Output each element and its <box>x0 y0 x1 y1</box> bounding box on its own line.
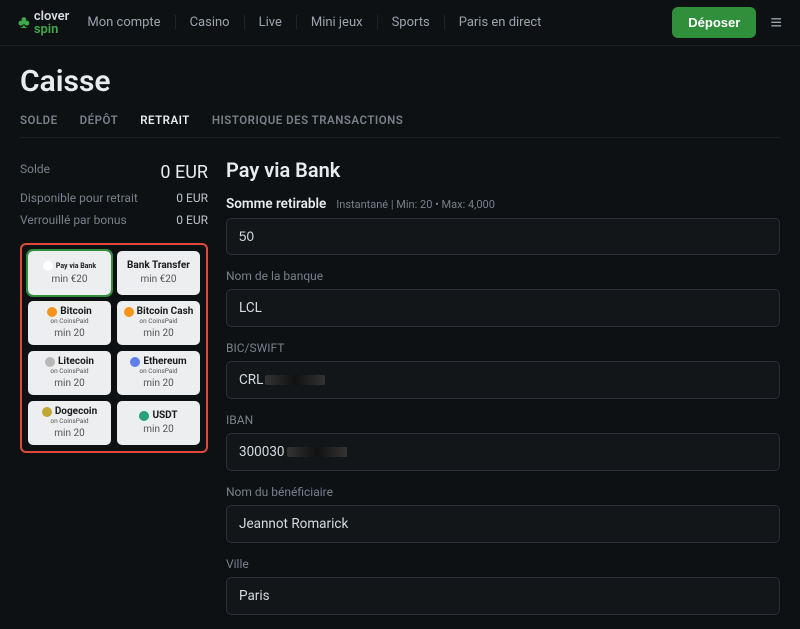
nav-link-2[interactable]: Live <box>244 15 296 30</box>
method-min: min 20 <box>143 424 173 435</box>
field-label: Nom de la banque <box>226 269 780 283</box>
method-name: Pay via Bank <box>56 263 96 270</box>
withdraw-method-bank-transfer[interactable]: Bank Transfer min €20 <box>117 251 200 295</box>
nav-link-3[interactable]: Mini jeux <box>296 15 377 30</box>
input-value: Paris <box>239 588 270 604</box>
redacted-segment <box>287 447 347 457</box>
crypto-icon <box>45 357 55 367</box>
balance-row: Solde 0 EUR <box>20 158 208 187</box>
method-min: min €20 <box>51 274 87 285</box>
crypto-icon <box>124 307 134 317</box>
balance-label: Verrouillé par bonus <box>20 213 127 227</box>
text-input[interactable]: Jeannot Romarick <box>226 505 780 543</box>
method-min: min 20 <box>54 378 84 389</box>
input-value: LCL <box>239 300 262 316</box>
input-value: 300030 <box>239 444 285 460</box>
method-name: Bitcoin <box>60 307 92 317</box>
tab-retrait[interactable]: RETRAIT <box>140 113 190 127</box>
crypto-icon <box>139 411 149 421</box>
menu-icon[interactable]: ≡ <box>770 10 782 35</box>
method-name: Bank Transfer <box>127 261 190 271</box>
withdraw-method-pay-via-bank[interactable]: Pay via Bank min €20 <box>28 251 111 295</box>
amount-label: Somme retirable Instantané | Min: 20 • M… <box>226 196 780 212</box>
deposit-button[interactable]: Déposer <box>672 7 756 38</box>
nav-link-0[interactable]: Mon compte <box>87 15 174 30</box>
panel-title: Pay via Bank <box>226 158 780 182</box>
method-name: USDT <box>152 411 177 421</box>
brand-logo[interactable]: ♣ clover spin <box>18 10 69 36</box>
field-label: Nom du bénéficiaire <box>226 485 780 499</box>
withdraw-form: Pay via Bank Somme retirable Instantané … <box>226 158 780 629</box>
text-input[interactable]: CRL <box>226 361 780 399</box>
field-label: BIC/SWIFT <box>226 341 780 355</box>
field-row-ville: Ville Paris <box>226 557 780 615</box>
withdraw-method-grid: Pay via Bankmin €20Bank Transfermin €20B… <box>20 243 208 453</box>
main-nav: Mon compteCasinoLiveMini jeuxSportsParis… <box>87 15 672 30</box>
page-body: Caisse SOLDE DÉPÔT RETRAIT HISTORIQUE DES T… <box>0 46 800 629</box>
withdraw-method-litecoin[interactable]: Litecoinon CoinsPaid min 20 <box>28 351 111 395</box>
redacted-segment <box>265 375 325 385</box>
method-subtext: on CoinsPaid <box>50 418 88 425</box>
tab-solde[interactable]: SOLDE <box>20 113 58 127</box>
balance-label: Solde <box>20 162 50 183</box>
method-min: min 20 <box>54 428 84 439</box>
text-input[interactable]: 300030 <box>226 433 780 471</box>
field-row-nom-du-b-n-ficiaire: Nom du bénéficiaire Jeannot Romarick <box>226 485 780 543</box>
main-columns: Solde0 EURDisponible pour retrait0 EURVe… <box>20 158 780 629</box>
balance-label: Disponible pour retrait <box>20 191 138 205</box>
nav-link-5[interactable]: Paris en direct <box>444 15 556 30</box>
text-input[interactable]: LCL <box>226 289 780 327</box>
cashier-tabs: SOLDE DÉPÔT RETRAIT HISTORIQUE DES TRANSACT… <box>20 113 780 138</box>
crypto-icon <box>130 357 140 367</box>
clover-icon: ♣ <box>18 12 30 33</box>
withdraw-method-bitcoin-cash[interactable]: Bitcoin Cashon CoinsPaid min 20 <box>117 301 200 345</box>
page-title: Caisse <box>20 64 780 99</box>
withdraw-method-ethereum[interactable]: Ethereumon CoinsPaid min 20 <box>117 351 200 395</box>
balance-row: Disponible pour retrait 0 EUR <box>20 187 208 209</box>
withdraw-method-bitcoin[interactable]: Bitcoinon CoinsPaid min 20 <box>28 301 111 345</box>
method-subtext: on CoinsPaid <box>50 318 88 325</box>
method-min: min 20 <box>54 328 84 339</box>
amount-input[interactable] <box>226 218 780 255</box>
amount-hint: Instantané | Min: 20 • Max: 4,000 <box>336 198 495 211</box>
withdraw-method-usdt[interactable]: USDT min 20 <box>117 401 200 445</box>
field-label: IBAN <box>226 413 780 427</box>
input-value: Jeannot Romarick <box>239 516 348 532</box>
balance-value: 0 EUR <box>176 213 208 227</box>
input-value: CRL <box>239 372 263 388</box>
field-row-bic-swift: BIC/SWIFT CRL <box>226 341 780 399</box>
method-name: Ethereum <box>143 357 186 367</box>
crypto-icon <box>42 407 52 417</box>
balance-row: Verrouillé par bonus 0 EUR <box>20 209 208 231</box>
method-subtext: on CoinsPaid <box>139 318 177 325</box>
text-input[interactable]: Paris <box>226 577 780 615</box>
nav-link-4[interactable]: Sports <box>377 15 444 30</box>
balance-value: 0 EUR <box>176 191 208 205</box>
tab-dépôt[interactable]: DÉPÔT <box>80 113 119 127</box>
method-min: min €20 <box>140 274 176 285</box>
brand-name-b: spin <box>34 23 70 36</box>
crypto-icon <box>43 261 53 271</box>
nav-link-1[interactable]: Casino <box>175 15 244 30</box>
field-row-nom-de-la-banque: Nom de la banque LCL <box>226 269 780 327</box>
sidebar: Solde0 EURDisponible pour retrait0 EURVe… <box>20 158 208 629</box>
method-name: Litecoin <box>58 357 94 367</box>
withdraw-method-dogecoin[interactable]: Dogecoinon CoinsPaid min 20 <box>28 401 111 445</box>
method-min: min 20 <box>143 328 173 339</box>
amount-field-row: Somme retirable Instantané | Min: 20 • M… <box>226 196 780 255</box>
method-min: min 20 <box>143 378 173 389</box>
tab-historique-des-transactions[interactable]: HISTORIQUE DES TRANSACTIONS <box>212 113 403 127</box>
method-subtext: on CoinsPaid <box>50 368 88 375</box>
balance-summary: Solde0 EURDisponible pour retrait0 EURVe… <box>20 158 208 231</box>
field-label: Ville <box>226 557 780 571</box>
field-row-iban: IBAN 300030 <box>226 413 780 471</box>
method-subtext: on CoinsPaid <box>139 368 177 375</box>
method-name: Dogecoin <box>55 407 97 417</box>
crypto-icon <box>47 307 57 317</box>
balance-value: 0 EUR <box>160 162 208 183</box>
top-bar: ♣ clover spin Mon compteCasinoLiveMini j… <box>0 0 800 46</box>
brand-name-a: clover <box>34 10 70 23</box>
method-name: Bitcoin Cash <box>137 307 194 317</box>
